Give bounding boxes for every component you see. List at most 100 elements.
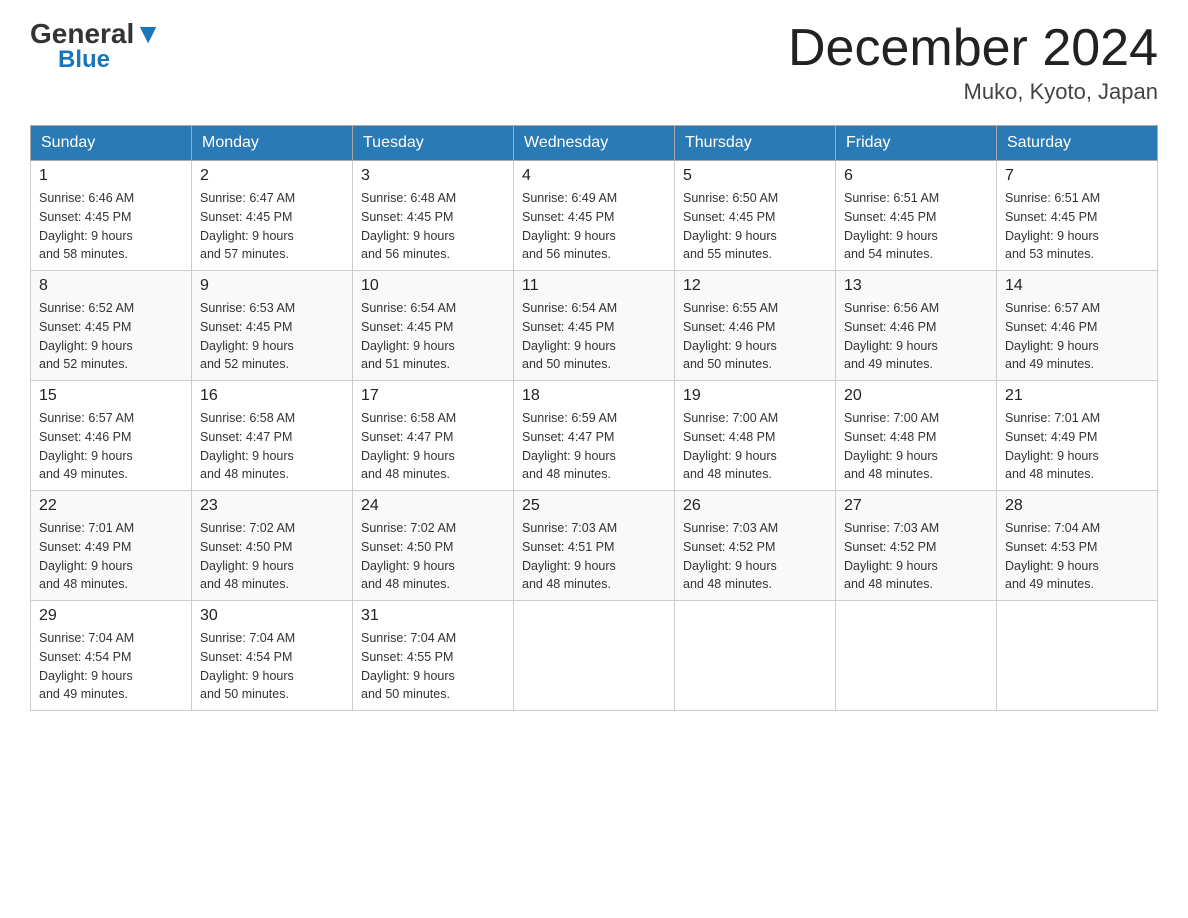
day-of-week-header: Friday <box>836 126 997 161</box>
day-info: Sunrise: 7:03 AMSunset: 4:52 PMDaylight:… <box>844 519 988 594</box>
day-of-week-header: Saturday <box>997 126 1158 161</box>
day-info: Sunrise: 7:00 AMSunset: 4:48 PMDaylight:… <box>844 409 988 484</box>
calendar-day-cell: 13Sunrise: 6:56 AMSunset: 4:46 PMDayligh… <box>836 271 997 381</box>
day-number: 22 <box>39 497 183 515</box>
day-info: Sunrise: 7:01 AMSunset: 4:49 PMDaylight:… <box>1005 409 1149 484</box>
day-info: Sunrise: 6:49 AMSunset: 4:45 PMDaylight:… <box>522 189 666 264</box>
day-number: 28 <box>1005 497 1149 515</box>
calendar-day-cell: 7 Sunrise: 6:51 AMSunset: 4:45 PMDaylight… <box>997 161 1158 271</box>
day-info: Sunrise: 7:03 AMSunset: 4:52 PMDaylight:… <box>683 519 827 594</box>
calendar-day-cell: 22 Sunrise: 7:01 AMSunset: 4:49 PMDayligh… <box>31 491 192 601</box>
calendar-day-cell <box>675 601 836 711</box>
logo-general-text: General▼ <box>30 20 162 48</box>
day-info: Sunrise: 6:47 AMSunset: 4:45 PMDaylight:… <box>200 189 344 264</box>
day-number: 3 <box>361 167 505 185</box>
day-info: Sunrise: 6:46 AMSunset: 4:45 PMDaylight:… <box>39 189 183 264</box>
day-of-week-header: Tuesday <box>353 126 514 161</box>
day-of-week-header: Monday <box>192 126 353 161</box>
calendar-day-cell: 28 Sunrise: 7:04 AMSunset: 4:53 PMDayligh… <box>997 491 1158 601</box>
calendar-day-cell: 17 Sunrise: 6:58 AMSunset: 4:47 PMDayligh… <box>353 381 514 491</box>
day-info: Sunrise: 7:03 AMSunset: 4:51 PMDaylight:… <box>522 519 666 594</box>
calendar-week-row: 8 Sunrise: 6:52 AMSunset: 4:45 PMDaylight… <box>31 271 1158 381</box>
day-info: Sunrise: 6:58 AMSunset: 4:47 PMDaylight:… <box>200 409 344 484</box>
day-number: 8 <box>39 277 183 295</box>
day-number: 23 <box>200 497 344 515</box>
day-number: 17 <box>361 387 505 405</box>
day-number: 24 <box>361 497 505 515</box>
day-info: Sunrise: 6:50 AMSunset: 4:45 PMDaylight:… <box>683 189 827 264</box>
day-number: 30 <box>200 607 344 625</box>
calendar-day-cell: 20 Sunrise: 7:00 AMSunset: 4:48 PMDayligh… <box>836 381 997 491</box>
calendar-day-cell: 30 Sunrise: 7:04 AMSunset: 4:54 PMDayligh… <box>192 601 353 711</box>
day-info: Sunrise: 6:52 AMSunset: 4:45 PMDaylight:… <box>39 299 183 374</box>
day-number: 14 <box>1005 277 1149 295</box>
day-number: 27 <box>844 497 988 515</box>
month-title: December 2024 <box>788 20 1158 77</box>
calendar-day-cell: 26 Sunrise: 7:03 AMSunset: 4:52 PMDayligh… <box>675 491 836 601</box>
day-info: Sunrise: 6:51 AMSunset: 4:45 PMDaylight:… <box>1005 189 1149 264</box>
calendar-day-cell: 25 Sunrise: 7:03 AMSunset: 4:51 PMDayligh… <box>514 491 675 601</box>
calendar-day-cell: 8 Sunrise: 6:52 AMSunset: 4:45 PMDaylight… <box>31 271 192 381</box>
day-number: 15 <box>39 387 183 405</box>
page-header: General▼ Blue December 2024 Muko, Kyoto,… <box>30 20 1158 105</box>
day-info: Sunrise: 7:04 AMSunset: 4:54 PMDaylight:… <box>39 629 183 704</box>
day-number: 6 <box>844 167 988 185</box>
day-info: Sunrise: 6:53 AMSunset: 4:45 PMDaylight:… <box>200 299 344 374</box>
day-info: Sunrise: 7:02 AMSunset: 4:50 PMDaylight:… <box>361 519 505 594</box>
calendar-day-cell: 2 Sunrise: 6:47 AMSunset: 4:45 PMDaylight… <box>192 161 353 271</box>
day-info: Sunrise: 6:54 AMSunset: 4:45 PMDaylight:… <box>361 299 505 374</box>
calendar-day-cell: 21 Sunrise: 7:01 AMSunset: 4:49 PMDayligh… <box>997 381 1158 491</box>
day-number: 11 <box>522 277 666 295</box>
calendar-day-cell: 9Sunrise: 6:53 AMSunset: 4:45 PMDaylight… <box>192 271 353 381</box>
logo-triangle-icon: ▼ <box>134 18 162 49</box>
day-number: 12 <box>683 277 827 295</box>
day-number: 21 <box>1005 387 1149 405</box>
day-number: 16 <box>200 387 344 405</box>
day-info: Sunrise: 6:56 AMSunset: 4:46 PMDaylight:… <box>844 299 988 374</box>
calendar-day-cell <box>514 601 675 711</box>
day-number: 19 <box>683 387 827 405</box>
day-info: Sunrise: 7:04 AMSunset: 4:53 PMDaylight:… <box>1005 519 1149 594</box>
day-number: 20 <box>844 387 988 405</box>
day-info: Sunrise: 6:51 AMSunset: 4:45 PMDaylight:… <box>844 189 988 264</box>
calendar-day-cell: 3Sunrise: 6:48 AMSunset: 4:45 PMDaylight… <box>353 161 514 271</box>
calendar-day-cell <box>836 601 997 711</box>
calendar-day-cell: 5Sunrise: 6:50 AMSunset: 4:45 PMDaylight… <box>675 161 836 271</box>
day-number: 7 <box>1005 167 1149 185</box>
day-of-week-header: Wednesday <box>514 126 675 161</box>
calendar-week-row: 1 Sunrise: 6:46 AMSunset: 4:45 PMDaylight… <box>31 161 1158 271</box>
day-info: Sunrise: 6:57 AMSunset: 4:46 PMDaylight:… <box>39 409 183 484</box>
calendar-day-cell: 27 Sunrise: 7:03 AMSunset: 4:52 PMDayligh… <box>836 491 997 601</box>
location: Muko, Kyoto, Japan <box>788 79 1158 105</box>
calendar-day-cell: 18Sunrise: 6:59 AMSunset: 4:47 PMDayligh… <box>514 381 675 491</box>
calendar-day-cell: 12Sunrise: 6:55 AMSunset: 4:46 PMDayligh… <box>675 271 836 381</box>
day-number: 1 <box>39 167 183 185</box>
calendar-day-cell: 16 Sunrise: 6:58 AMSunset: 4:47 PMDayligh… <box>192 381 353 491</box>
calendar-day-cell: 23Sunrise: 7:02 AMSunset: 4:50 PMDayligh… <box>192 491 353 601</box>
calendar-day-cell: 4Sunrise: 6:49 AMSunset: 4:45 PMDaylight… <box>514 161 675 271</box>
day-info: Sunrise: 6:57 AMSunset: 4:46 PMDaylight:… <box>1005 299 1149 374</box>
title-block: December 2024 Muko, Kyoto, Japan <box>788 20 1158 105</box>
calendar-table: SundayMondayTuesdayWednesdayThursdayFrid… <box>30 125 1158 711</box>
calendar-day-cell: 14 Sunrise: 6:57 AMSunset: 4:46 PMDayligh… <box>997 271 1158 381</box>
calendar-week-row: 15 Sunrise: 6:57 AMSunset: 4:46 PMDayligh… <box>31 381 1158 491</box>
calendar-day-cell: 31 Sunrise: 7:04 AMSunset: 4:55 PMDayligh… <box>353 601 514 711</box>
calendar-week-row: 22 Sunrise: 7:01 AMSunset: 4:49 PMDayligh… <box>31 491 1158 601</box>
day-info: Sunrise: 7:04 AMSunset: 4:54 PMDaylight:… <box>200 629 344 704</box>
calendar-day-cell: 29 Sunrise: 7:04 AMSunset: 4:54 PMDayligh… <box>31 601 192 711</box>
day-info: Sunrise: 6:54 AMSunset: 4:45 PMDaylight:… <box>522 299 666 374</box>
day-info: Sunrise: 7:00 AMSunset: 4:48 PMDaylight:… <box>683 409 827 484</box>
day-info: Sunrise: 7:01 AMSunset: 4:49 PMDaylight:… <box>39 519 183 594</box>
day-number: 29 <box>39 607 183 625</box>
day-of-week-header: Thursday <box>675 126 836 161</box>
day-info: Sunrise: 6:58 AMSunset: 4:47 PMDaylight:… <box>361 409 505 484</box>
calendar-day-cell: 15 Sunrise: 6:57 AMSunset: 4:46 PMDayligh… <box>31 381 192 491</box>
day-info: Sunrise: 7:04 AMSunset: 4:55 PMDaylight:… <box>361 629 505 704</box>
day-number: 31 <box>361 607 505 625</box>
calendar-day-cell <box>997 601 1158 711</box>
day-number: 26 <box>683 497 827 515</box>
calendar-day-cell: 19 Sunrise: 7:00 AMSunset: 4:48 PMDayligh… <box>675 381 836 491</box>
day-number: 2 <box>200 167 344 185</box>
day-number: 25 <box>522 497 666 515</box>
logo-blue-text: Blue <box>58 48 162 72</box>
